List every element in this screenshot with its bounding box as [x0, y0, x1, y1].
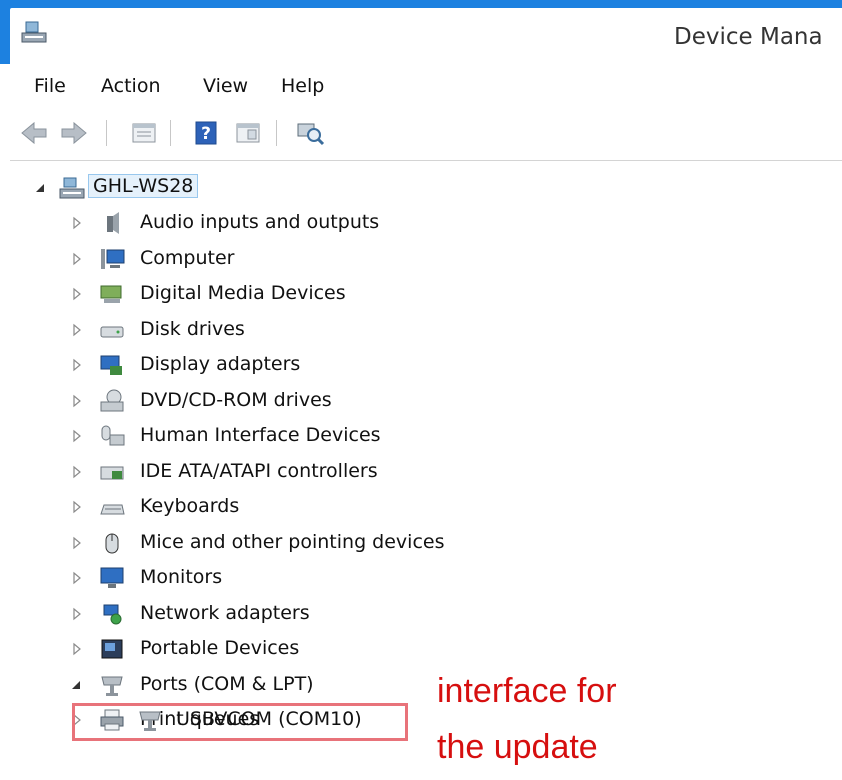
title-bar: Device Mana — [0, 0, 842, 64]
expanded-triangle-icon[interactable] — [34, 181, 48, 195]
tree-category-label: Audio inputs and outputs — [140, 211, 380, 233]
disk-drive-icon — [100, 326, 124, 337]
back-arrow-icon[interactable] — [18, 118, 50, 148]
scan-hardware-icon[interactable] — [294, 118, 326, 148]
collapsed-triangle-icon[interactable] — [70, 287, 84, 301]
show-hide-icon[interactable] — [232, 118, 264, 148]
annotation-line-1: interface for — [437, 672, 617, 710]
tree-category-label: Keyboards — [140, 495, 240, 517]
menu-bar: File Action View Help — [10, 64, 842, 109]
tree-category-node[interactable]: Computer — [10, 242, 830, 276]
tree-root-label: GHL-WS28 — [88, 174, 199, 198]
collapsed-triangle-icon[interactable] — [70, 465, 84, 479]
tree-category-label: Display adapters — [140, 353, 301, 375]
tree-root-node[interactable]: GHL-WS28 — [10, 171, 830, 205]
tree-category-node[interactable]: Portable Devices — [10, 632, 830, 666]
tree-category-label: Computer — [140, 246, 235, 269]
network-adapter-icon — [103, 604, 122, 624]
collapsed-triangle-icon[interactable] — [70, 500, 84, 514]
expanded-triangle-icon[interactable] — [70, 678, 84, 692]
window-title: Device Mana — [674, 24, 823, 50]
ide-controller-icon — [100, 466, 124, 479]
collapsed-triangle-icon[interactable] — [70, 394, 84, 408]
collapsed-triangle-icon[interactable] — [70, 607, 84, 621]
tree-category-node[interactable]: IDE ATA/ATAPI controllers — [10, 455, 830, 489]
tree-category-node[interactable]: Ports (COM & LPT) — [10, 668, 830, 702]
device-tree: GHL-WS28 Audio inputs and outputs Compute… — [10, 161, 842, 780]
device-manager-app-icon — [21, 21, 47, 43]
tree-category-label: Disk drives — [140, 317, 245, 340]
properties-icon[interactable] — [128, 118, 160, 148]
title-bar-inner: Device Mana — [10, 8, 842, 64]
collapsed-triangle-icon[interactable] — [70, 536, 84, 550]
collapsed-triangle-icon[interactable] — [70, 571, 84, 585]
collapsed-triangle-icon[interactable] — [70, 252, 84, 266]
monitor-icon — [100, 567, 124, 588]
tree-category-node[interactable]: DVD/CD-ROM drives — [10, 384, 830, 418]
menu-help[interactable]: Help — [281, 75, 324, 97]
tree-category-node[interactable]: Audio inputs and outputs — [10, 206, 830, 240]
media-device-icon — [100, 285, 122, 303]
toolbar-separator — [276, 120, 277, 146]
highlight-box — [72, 703, 408, 741]
tree-category-label: Digital Media Devices — [140, 282, 346, 304]
forward-arrow-icon[interactable] — [58, 118, 90, 148]
dvd-drive-icon — [100, 389, 124, 411]
menu-file[interactable]: File — [34, 75, 66, 97]
computer-root-icon — [59, 177, 85, 199]
tree-category-label: Portable Devices — [140, 637, 300, 659]
collapsed-triangle-icon[interactable] — [70, 323, 84, 337]
collapsed-triangle-icon[interactable] — [70, 358, 84, 372]
collapsed-triangle-icon[interactable] — [70, 429, 84, 443]
display-adapter-icon — [100, 355, 122, 375]
annotation-line-2: the update — [437, 728, 598, 766]
menu-view[interactable]: View — [203, 75, 248, 97]
tree-category-node[interactable]: Network adapters — [10, 597, 830, 631]
toolbar: ? — [10, 108, 842, 161]
hid-icon — [101, 425, 125, 446]
portable-device-icon — [101, 639, 123, 659]
tree-category-node[interactable]: Digital Media Devices — [10, 277, 830, 311]
tree-category-label: Monitors — [140, 566, 223, 588]
tree-category-label: Mice and other pointing devices — [140, 530, 445, 553]
toolbar-separator — [170, 120, 171, 146]
tree-category-label: IDE ATA/ATAPI controllers — [140, 459, 378, 482]
port-icon — [101, 676, 123, 696]
keyboard-icon — [100, 504, 125, 515]
tree-category-node[interactable]: Display adapters — [10, 348, 830, 382]
tree-category-node[interactable]: Disk drives — [10, 313, 830, 347]
mouse-icon — [105, 533, 119, 553]
toolbar-separator — [106, 120, 107, 146]
collapsed-triangle-icon[interactable] — [70, 642, 84, 656]
tree-category-node[interactable]: Human Interface Devices — [10, 419, 830, 453]
tree-category-label: Network adapters — [140, 601, 310, 624]
menu-action[interactable]: Action — [101, 75, 161, 97]
svg-text:?: ? — [201, 124, 211, 144]
tree-category-node[interactable]: Mice and other pointing devices — [10, 526, 830, 560]
tree-category-label: Ports (COM & LPT) — [140, 672, 314, 695]
tree-category-node[interactable]: Keyboards — [10, 490, 830, 524]
tree-category-node[interactable]: Monitors — [10, 561, 830, 595]
tree-category-label: DVD/CD-ROM drives — [140, 388, 332, 411]
help-icon[interactable]: ? — [190, 118, 222, 148]
speaker-icon — [107, 212, 119, 234]
collapsed-triangle-icon[interactable] — [70, 216, 84, 230]
computer-icon — [101, 248, 125, 269]
tree-category-label: Human Interface Devices — [140, 424, 381, 446]
